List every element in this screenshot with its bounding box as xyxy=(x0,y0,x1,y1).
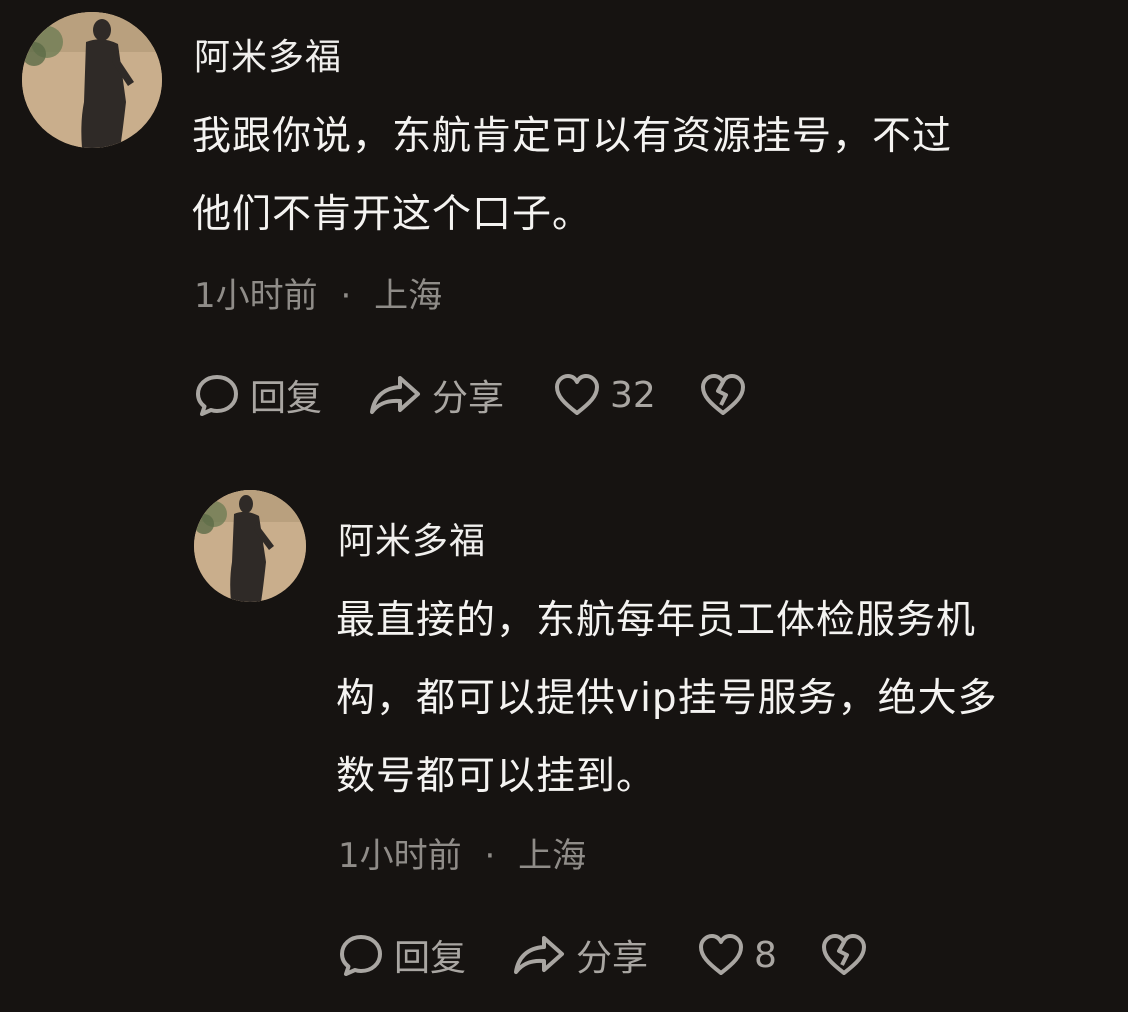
reply-label: 回复 xyxy=(250,378,323,419)
like-count: 8 xyxy=(754,934,777,976)
broken-heart-icon xyxy=(700,373,746,417)
reply-label: 回复 xyxy=(394,938,467,979)
comment-text-line: 我跟你说，东航肯定可以有资源挂号，不过 xyxy=(192,114,953,159)
username[interactable]: 阿米多福 xyxy=(338,512,486,564)
reply-button[interactable]: 回复 xyxy=(194,369,322,421)
reply-button[interactable]: 回复 xyxy=(338,929,466,981)
dislike-button[interactable] xyxy=(821,933,867,977)
comment-text-line: 数号都可以挂到。 xyxy=(336,754,657,799)
share-arrow-icon xyxy=(368,372,422,418)
share-label: 分享 xyxy=(432,378,505,419)
comment-bubble-icon xyxy=(338,932,384,978)
share-arrow-icon xyxy=(512,932,566,978)
timestamp: 1小时前 xyxy=(194,276,318,316)
timestamp: 1小时前 xyxy=(338,836,462,876)
share-button[interactable]: 分享 xyxy=(512,929,648,981)
comment-bubble-icon xyxy=(194,372,240,418)
broken-heart-icon xyxy=(821,933,867,977)
avatar[interactable] xyxy=(22,12,162,148)
comment-text: 最直接的，东航每年员工体检服务机 构，都可以提供vip挂号服务，绝大多 数号都可… xyxy=(336,582,998,816)
share-label: 分享 xyxy=(576,938,649,979)
comment-text-line: 他们不肯开这个口子。 xyxy=(192,192,593,237)
meta-separator: · xyxy=(484,836,496,876)
username[interactable]: 阿米多福 xyxy=(194,28,342,80)
comment-text: 我跟你说，东航肯定可以有资源挂号，不过 他们不肯开这个口子。 xyxy=(192,98,952,254)
comment-meta: 1小时前 · 上海 xyxy=(194,268,442,317)
heart-icon xyxy=(698,933,744,977)
comment-text-line: 构，都可以提供vip挂号服务，绝大多 xyxy=(336,676,998,721)
meta-separator: · xyxy=(340,276,352,316)
location: 上海 xyxy=(374,276,443,316)
like-count: 32 xyxy=(610,374,656,416)
avatar-image xyxy=(194,490,306,602)
share-button[interactable]: 分享 xyxy=(368,369,504,421)
like-button[interactable]: 8 xyxy=(698,933,777,977)
location: 上海 xyxy=(518,836,587,876)
dislike-button[interactable] xyxy=(700,373,746,417)
comment-thread: 阿米多福 我跟你说，东航肯定可以有资源挂号，不过 他们不肯开这个口子。 1小时前… xyxy=(0,0,1128,1012)
heart-icon xyxy=(554,373,600,417)
avatar-image xyxy=(22,12,162,148)
avatar[interactable] xyxy=(194,490,306,602)
comment-actions: 回复 分享 32 xyxy=(194,370,746,420)
comment-actions: 回复 分享 8 xyxy=(338,930,867,980)
like-button[interactable]: 32 xyxy=(554,373,656,417)
comment-meta: 1小时前 · 上海 xyxy=(338,828,586,877)
comment-text-line: 最直接的，东航每年员工体检服务机 xyxy=(336,598,977,643)
